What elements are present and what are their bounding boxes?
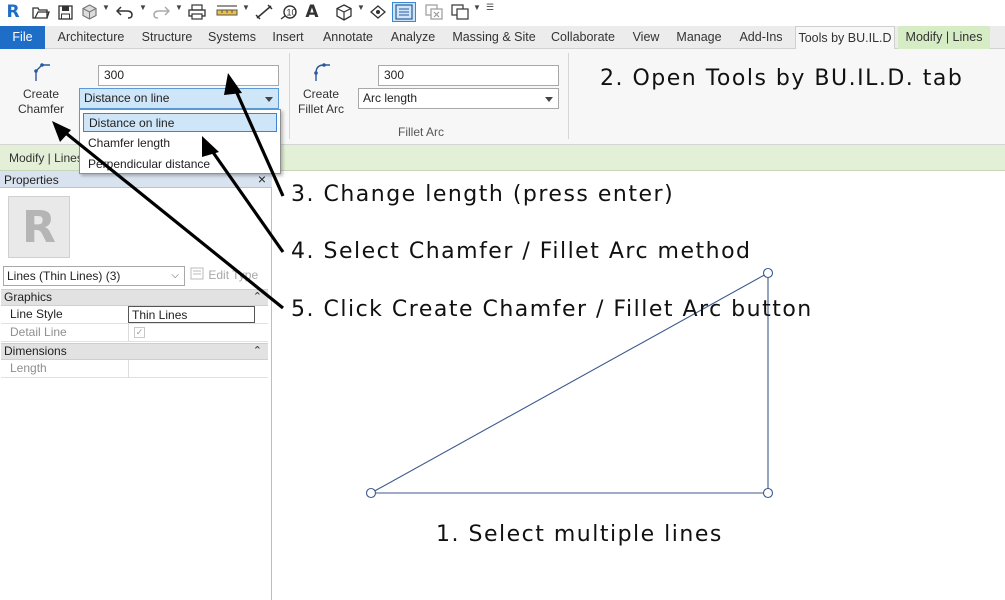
thin-lines-icon[interactable] — [392, 2, 416, 22]
chevron-down-icon — [545, 97, 553, 102]
print-icon[interactable] — [186, 2, 208, 22]
create-fillet-arc-button[interactable]: Create Fillet Arc — [293, 59, 349, 117]
fillet-arc-panel-label: Fillet Arc — [398, 125, 445, 139]
chevron-down-icon — [265, 97, 273, 102]
annotation-step-4: 4. Select Chamfer / Fillet Arc method — [291, 239, 752, 264]
chevron-down-icon[interactable]: ▼ — [102, 3, 110, 12]
tab-structure[interactable]: Structure — [136, 26, 198, 49]
create-fillet-label-1: Create — [302, 87, 340, 101]
quick-access-toolbar: R ▼ ▼ ▼ ▼ 10 A ▼ ▼ ☰ — [0, 0, 1005, 24]
chamfer-method-value: Distance on line — [84, 91, 170, 105]
tab-tools-by-build[interactable]: Tools by BU.IL.D — [795, 26, 895, 50]
detail-line-value: ✓ — [128, 324, 255, 342]
3d-view-icon[interactable] — [333, 2, 355, 22]
chamfer-icon — [34, 63, 50, 81]
properties-palette: Properties × R Lines (Thin Lines) (3) ⌵ … — [0, 171, 272, 600]
undo-icon[interactable] — [114, 2, 136, 22]
open-icon[interactable] — [31, 2, 51, 22]
fillet-method-select[interactable]: Arc length — [358, 88, 559, 109]
customize-icon[interactable]: ☰ — [486, 2, 494, 13]
properties-title: Properties — [4, 173, 59, 187]
tab-view[interactable]: View — [626, 26, 666, 49]
tab-analyze[interactable]: Analyze — [384, 26, 442, 49]
switch-windows-icon[interactable] — [449, 2, 471, 22]
property-row-line-style: Line Style Thin Lines — [1, 306, 268, 324]
chamfer-method-select[interactable]: Distance on line — [79, 88, 279, 109]
dropdown-option-perpendicular-distance[interactable]: Perpendicular distance — [83, 155, 277, 174]
revit-logo-icon[interactable]: R — [4, 2, 22, 22]
redo-icon[interactable] — [150, 2, 172, 22]
save-icon[interactable] — [55, 2, 75, 22]
edit-type-icon — [190, 267, 204, 280]
modify-lines-label: Modify | Lines — [9, 151, 83, 165]
close-hidden-icon[interactable] — [424, 2, 444, 22]
ribbon-tab-bar: File Architecture Structure Systems Inse… — [0, 26, 1005, 50]
section-dimensions[interactable]: Dimensions ⌃ — [1, 343, 268, 360]
tab-annotate[interactable]: Annotate — [317, 26, 379, 49]
length-value — [128, 360, 255, 378]
section-icon[interactable] — [368, 2, 388, 22]
align-dimension-icon[interactable] — [253, 2, 275, 22]
chevron-down-icon[interactable]: ▼ — [242, 3, 250, 12]
tab-modify-lines[interactable]: Modify | Lines — [898, 26, 990, 49]
tab-manage[interactable]: Manage — [672, 26, 726, 49]
tab-massing-site[interactable]: Massing & Site — [448, 26, 540, 49]
create-fillet-label-2: Fillet Arc — [297, 102, 344, 116]
dropdown-option-distance-on-line[interactable]: Distance on line — [83, 113, 277, 132]
tab-add-ins[interactable]: Add-Ins — [733, 26, 789, 49]
svg-text:10: 10 — [287, 8, 297, 18]
ribbon-separator — [289, 53, 290, 139]
tag-icon[interactable]: 10 — [278, 2, 300, 22]
tab-file[interactable]: File — [0, 26, 45, 49]
tab-insert[interactable]: Insert — [267, 26, 309, 49]
measure-icon[interactable] — [215, 2, 239, 22]
chevron-down-icon[interactable]: ▼ — [357, 3, 365, 12]
annotation-step-5: 5. Click Create Chamfer / Fillet Arc but… — [291, 297, 813, 322]
line-style-value[interactable]: Thin Lines — [128, 306, 255, 323]
chamfer-length-input[interactable]: 300 — [98, 65, 279, 86]
collapse-icon[interactable]: ⌃ — [253, 344, 262, 359]
ribbon-separator — [568, 53, 569, 139]
annotation-step-3: 3. Change length (press enter) — [291, 182, 675, 207]
section-graphics[interactable]: Graphics ⌃ — [1, 289, 268, 306]
annotation-step-1: 1. Select multiple lines — [436, 522, 723, 547]
chevron-down-icon[interactable]: ▼ — [473, 3, 481, 12]
sync-icon[interactable] — [79, 2, 99, 22]
edit-type-button[interactable]: Edit Type — [190, 267, 258, 285]
type-preview-image: R — [8, 196, 70, 258]
fillet-arc-icon — [314, 63, 330, 81]
type-selector[interactable]: Lines (Thin Lines) (3) ⌵ — [3, 266, 185, 286]
fillet-length-input[interactable]: 300 — [378, 65, 559, 86]
property-row-detail-line: Detail Line ✓ — [1, 324, 268, 342]
dropdown-option-chamfer-length[interactable]: Chamfer length — [83, 134, 277, 153]
chamfer-method-dropdown-list: Distance on line Chamfer length Perpendi… — [79, 109, 281, 174]
property-row-length: Length — [1, 360, 268, 378]
fillet-method-value: Arc length — [363, 91, 418, 105]
annotation-step-2: 2. Open Tools by BU.IL.D. tab — [600, 66, 964, 91]
tab-collaborate[interactable]: Collaborate — [547, 26, 619, 49]
chevron-down-icon: ⌵ — [171, 270, 179, 281]
collapse-icon[interactable]: ⌃ — [253, 290, 262, 305]
chevron-down-icon[interactable]: ▼ — [139, 3, 147, 12]
checkbox: ✓ — [134, 327, 145, 338]
tab-systems[interactable]: Systems — [203, 26, 261, 49]
create-chamfer-label-1: Create — [22, 87, 60, 101]
tab-architecture[interactable]: Architecture — [50, 26, 132, 49]
chevron-down-icon[interactable]: ▼ — [175, 3, 183, 12]
create-chamfer-label-2: Chamfer — [17, 102, 64, 116]
text-icon[interactable]: A — [302, 2, 322, 22]
create-chamfer-button[interactable]: Create Chamfer — [12, 59, 70, 117]
